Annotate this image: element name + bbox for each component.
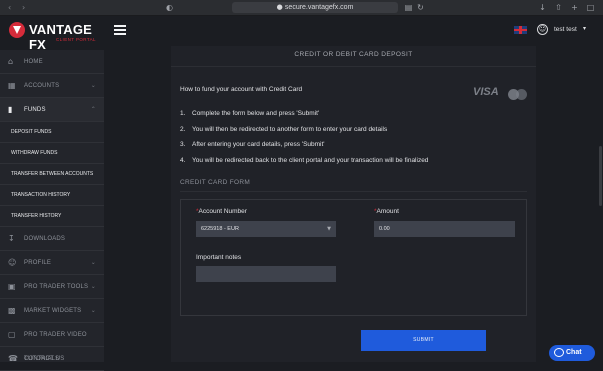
profile-icon: ☺ [8, 258, 17, 267]
sidebar-item-label: DOWNLOADS [24, 236, 66, 242]
list-item: 2. You will then be redirected to another… [180, 125, 388, 133]
back-icon[interactable]: ‹ [8, 3, 11, 12]
sidebar-item-market-widgets[interactable]: ▩ MARKET WIDGETS ⌄ [0, 299, 104, 323]
chevron-down-icon: ⌄ [90, 259, 96, 266]
scrollbar-thumb[interactable] [599, 146, 602, 206]
chevron-up-icon: ⌃ [90, 106, 96, 113]
deposit-panel: CREDIT OR DEBIT CARD DEPOSIT How to fund… [171, 46, 536, 362]
chat-label: Chat [566, 349, 582, 356]
sidebar: VANTAGE FX CLIENT PORTAL ⌂ HOME ▦ ACCOUN… [0, 16, 104, 371]
list-item: 3. After entering your card details, pres… [180, 141, 325, 148]
sidebar-item-pro-trader-tools[interactable]: ▣ PRO TRADER TOOLS ⌄ [0, 275, 104, 299]
top-bar: ☺ test test ▾ [104, 16, 603, 46]
account-number-select[interactable]: 6225918 - EUR ▼ [196, 221, 336, 237]
reload-icon[interactable]: ↻ [415, 2, 426, 13]
sidebar-item-label: PROFILE [24, 260, 52, 266]
sidebar-item-accounts[interactable]: ▦ ACCOUNTS ⌄ [0, 74, 104, 98]
scrollbar[interactable] [598, 46, 603, 362]
user-icon[interactable]: ☺ [537, 24, 548, 35]
phone-icon: ☎ [8, 354, 19, 363]
main-content: CREDIT OR DEBIT CARD DEPOSIT How to fund… [104, 46, 603, 362]
important-notes-label: Important notes [196, 254, 242, 261]
accounts-icon: ▦ [8, 81, 16, 90]
new-tab-icon[interactable]: + [569, 2, 580, 13]
sidebar-item-label: CONTACT US [24, 356, 65, 362]
mastercard-icon [508, 89, 528, 100]
tools-icon: ▣ [8, 282, 16, 291]
browser-toolbar: ‹ › ◐ ● secure.vantagefx.com ▤ ↻ ↓ ⇧ + □ [0, 0, 603, 16]
account-number-label: *Account Number [196, 208, 247, 215]
funds-icon: ▮ [8, 105, 13, 114]
sidebar-item-profile[interactable]: ☺ PROFILE ⌄ [0, 251, 104, 275]
instructions-heading: How to fund your account with Credit Car… [180, 86, 303, 93]
download-icon: ↧ [8, 234, 15, 243]
list-item: 1. Complete the form below and press 'Sub… [180, 110, 320, 117]
sidebar-item-video-tutorials[interactable]: ▢ PRO TRADER VIDEO TUTORIALS [0, 323, 104, 362]
divider [171, 66, 536, 67]
share-icon[interactable]: ⇧ [553, 2, 564, 13]
sidebar-item-contact-us[interactable]: ☎ CONTACT US [0, 347, 104, 371]
chat-icon [554, 348, 564, 357]
visa-logo: VISA [473, 86, 499, 98]
chat-button[interactable]: Chat [549, 345, 595, 361]
logo[interactable]: VANTAGE FX CLIENT PORTAL [0, 16, 104, 52]
video-icon: ▢ [8, 330, 16, 339]
credit-card-form: *Account Number 6225918 - EUR ▼ *Amount … [180, 199, 527, 316]
divider [180, 191, 527, 192]
sidebar-subitem-transfer-history[interactable]: TRANSFER HISTORY [0, 206, 104, 227]
lock-icon: ● [276, 3, 285, 11]
sidebar-item-funds[interactable]: ▮ FUNDS ⌃ [0, 98, 104, 122]
sidebar-item-downloads[interactable]: ↧ DOWNLOADS [0, 227, 104, 251]
list-item: 4. You will be redirected back to the cli… [180, 156, 429, 164]
caret-down-icon[interactable]: ▾ [583, 25, 586, 32]
user-name[interactable]: test test [554, 26, 577, 33]
sidebar-item-home[interactable]: ⌂ HOME [0, 50, 104, 74]
menu-icon[interactable] [114, 25, 126, 35]
sidebar-item-label: PRO TRADER TOOLS [24, 284, 89, 290]
translate-icon[interactable]: ▤ [403, 2, 414, 13]
amount-label: *Amount [374, 208, 399, 215]
url-text: secure.vantagefx.com [284, 4, 354, 11]
page-title: CREDIT OR DEBIT CARD DEPOSIT [294, 51, 413, 58]
download-icon[interactable]: ↓ [537, 2, 548, 13]
sidebar-subitem-transaction-history[interactable]: TRANSACTION HISTORY [0, 185, 104, 206]
uk-flag-icon[interactable] [514, 26, 527, 34]
sidebar-subitem-transfer-between-accounts[interactable]: TRANSFER BETWEEN ACCOUNTS [0, 164, 104, 185]
important-notes-input[interactable] [196, 266, 336, 282]
sidebar-item-label: ACCOUNTS [24, 83, 60, 89]
sidebar-subitem-withdraw-funds[interactable]: WITHDRAW FUNDS [0, 143, 104, 164]
chevron-down-icon: ▼ [327, 226, 331, 232]
tabs-icon[interactable]: □ [585, 2, 596, 13]
shield-icon[interactable]: ◐ [164, 2, 175, 13]
logo-mark-icon [9, 22, 25, 38]
logo-subtitle: CLIENT PORTAL [56, 37, 96, 42]
address-bar[interactable]: ● secure.vantagefx.com [232, 2, 398, 13]
sidebar-subitem-deposit-funds[interactable]: DEPOSIT FUNDS [0, 122, 104, 143]
sidebar-item-label: FUNDS [24, 107, 46, 113]
amount-input[interactable]: 0.00 [374, 221, 515, 237]
forward-icon[interactable]: › [22, 3, 25, 12]
sidebar-item-label: MARKET WIDGETS [24, 308, 82, 314]
form-title: CREDIT CARD FORM [180, 179, 251, 186]
sidebar-item-label: HOME [24, 59, 43, 65]
submit-button[interactable]: SUBMIT [361, 330, 486, 351]
steps-list: 1. Complete the form below and press 'Sub… [180, 110, 428, 172]
home-icon: ⌂ [8, 57, 14, 66]
chevron-down-icon: ⌄ [90, 307, 96, 314]
widgets-icon: ▩ [8, 306, 16, 315]
chevron-down-icon: ⌄ [90, 82, 96, 89]
chevron-down-icon: ⌄ [90, 283, 96, 290]
